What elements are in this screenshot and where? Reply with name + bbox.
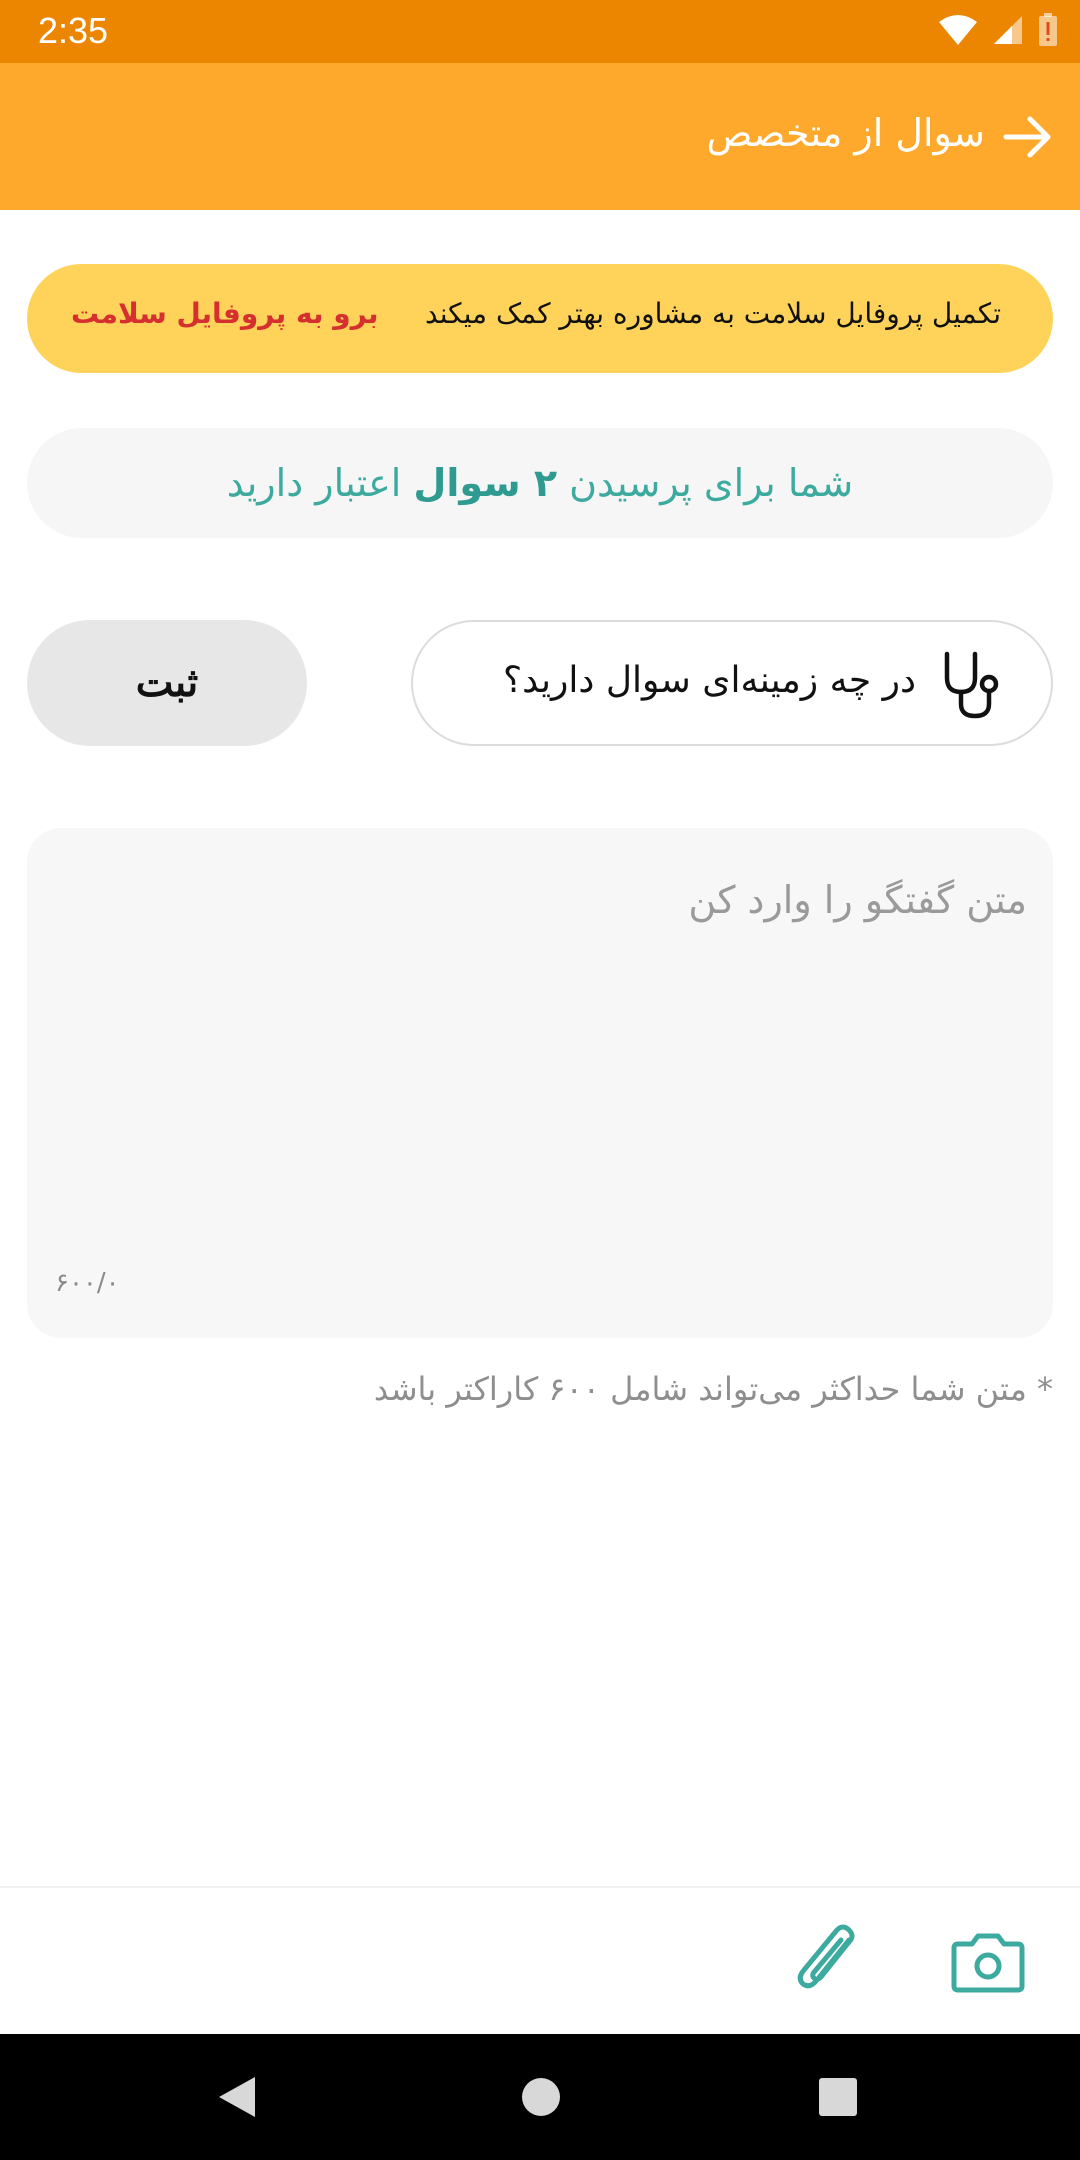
credit-count: ۲ سوال	[413, 461, 558, 505]
nav-back-icon[interactable]	[215, 2074, 259, 2120]
nav-recents-icon[interactable]	[819, 2078, 857, 2116]
paperclip-icon[interactable]	[793, 1924, 865, 2000]
system-nav-bar	[0, 2034, 1080, 2160]
nav-home-icon[interactable]	[522, 2078, 560, 2116]
credit-prefix: شما برای پرسیدن	[569, 461, 854, 505]
app-bar: سوال از متخصص	[0, 63, 1080, 210]
message-box: ۶۰۰/۰	[27, 828, 1053, 1338]
go-to-profile-link[interactable]: برو به پروفایل سلامت	[71, 297, 379, 330]
camera-icon[interactable]	[950, 1924, 1026, 2000]
topic-select[interactable]: در چه زمینه‌ای سوال دارید؟	[411, 620, 1053, 746]
profile-banner: تکمیل پروفایل سلامت به مشاوره بهتر کمک م…	[27, 264, 1053, 373]
arrow-right-icon[interactable]	[1000, 109, 1056, 165]
wifi-icon	[939, 15, 977, 45]
signal-icon	[994, 16, 1022, 44]
status-time: 2:35	[38, 10, 109, 51]
status-icons	[938, 13, 1058, 47]
submit-button[interactable]: ثبت	[27, 620, 307, 746]
char-counter: ۶۰۰/۰	[55, 1268, 120, 1298]
message-input[interactable]	[67, 878, 1027, 1178]
page-title: سوال از متخصص	[706, 111, 985, 155]
credit-suffix: اعتبار دارید	[226, 461, 402, 505]
battery-icon	[1039, 13, 1057, 46]
max-length-hint: * متن شما حداکثر می‌تواند شامل ۶۰۰ کاراک…	[373, 1370, 1053, 1408]
profile-banner-text: تکمیل پروفایل سلامت به مشاوره بهتر کمک م…	[425, 297, 1001, 330]
bottom-toolbar	[0, 1886, 1080, 2034]
stethoscope-icon	[944, 651, 999, 719]
topic-label: در چه زمینه‌ای سوال دارید؟	[503, 660, 916, 701]
status-bar: 2:35	[0, 0, 1080, 63]
credit-info: شما برای پرسیدن ۲ سوال اعتبار دارید	[27, 428, 1053, 538]
